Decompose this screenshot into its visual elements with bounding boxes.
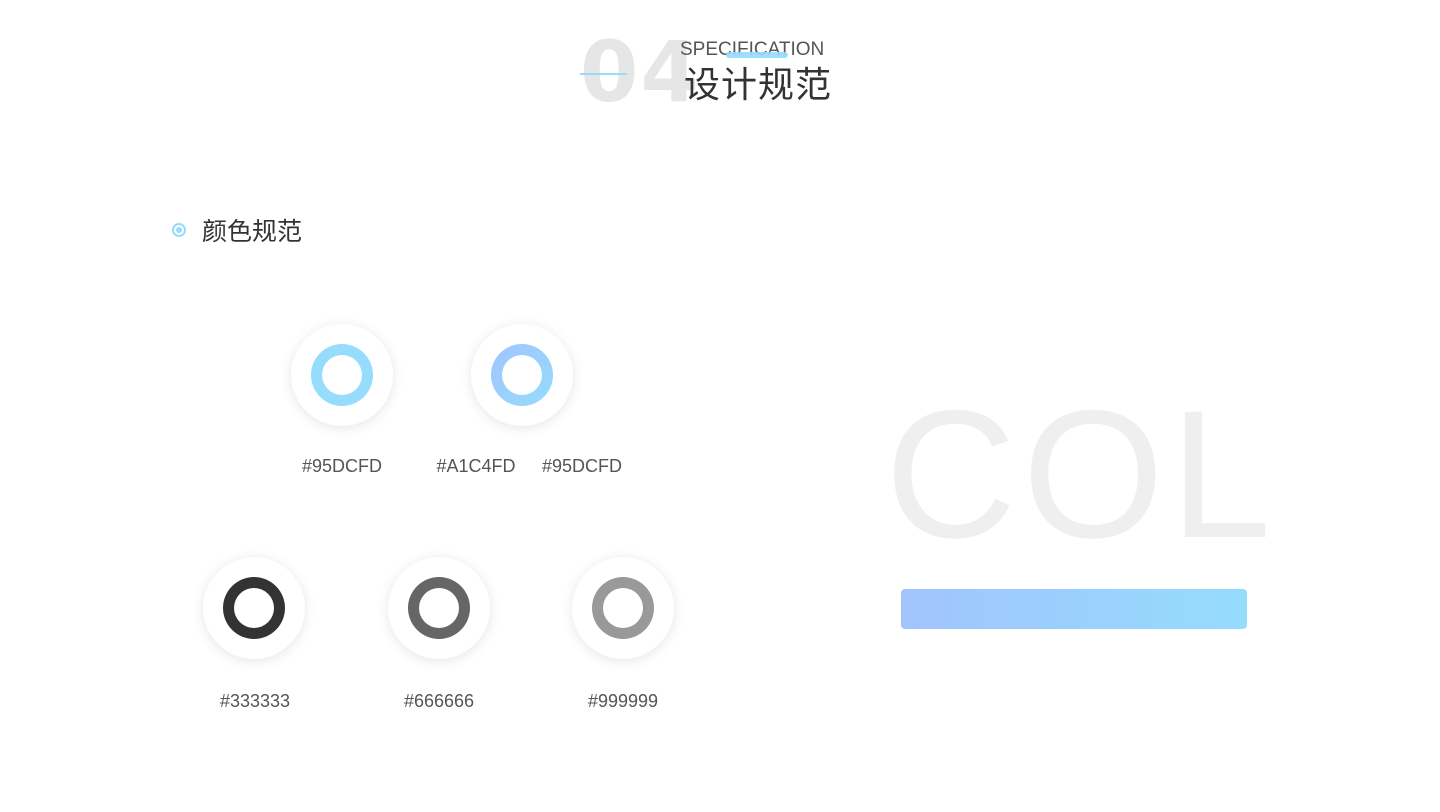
color-ring	[408, 577, 470, 639]
gradient-bar	[901, 589, 1247, 629]
color-swatch	[203, 557, 305, 659]
page: 04 SPECIFICATION 设计规范 颜色规范 #95DCFD #A1C4…	[0, 0, 1440, 812]
section-number-underline	[580, 73, 627, 75]
color-ring	[491, 344, 553, 406]
color-code-label: #95DCFD	[541, 456, 623, 476]
section-title: 颜色规范	[202, 217, 303, 246]
color-code-label: #666666	[403, 691, 475, 711]
color-ring	[223, 577, 285, 639]
color-swatch	[572, 557, 674, 659]
watermark-text: COL	[885, 372, 1278, 576]
color-code-label: #999999	[587, 691, 659, 711]
page-title: 设计规范	[684, 65, 833, 106]
color-ring	[592, 577, 654, 639]
color-ring	[311, 344, 373, 406]
color-code-label: #333333	[219, 691, 291, 711]
color-swatch	[471, 324, 573, 426]
color-swatch	[388, 557, 490, 659]
color-swatch	[291, 324, 393, 426]
bullet-icon	[172, 223, 186, 237]
subtitle-accent-bar	[726, 52, 788, 58]
